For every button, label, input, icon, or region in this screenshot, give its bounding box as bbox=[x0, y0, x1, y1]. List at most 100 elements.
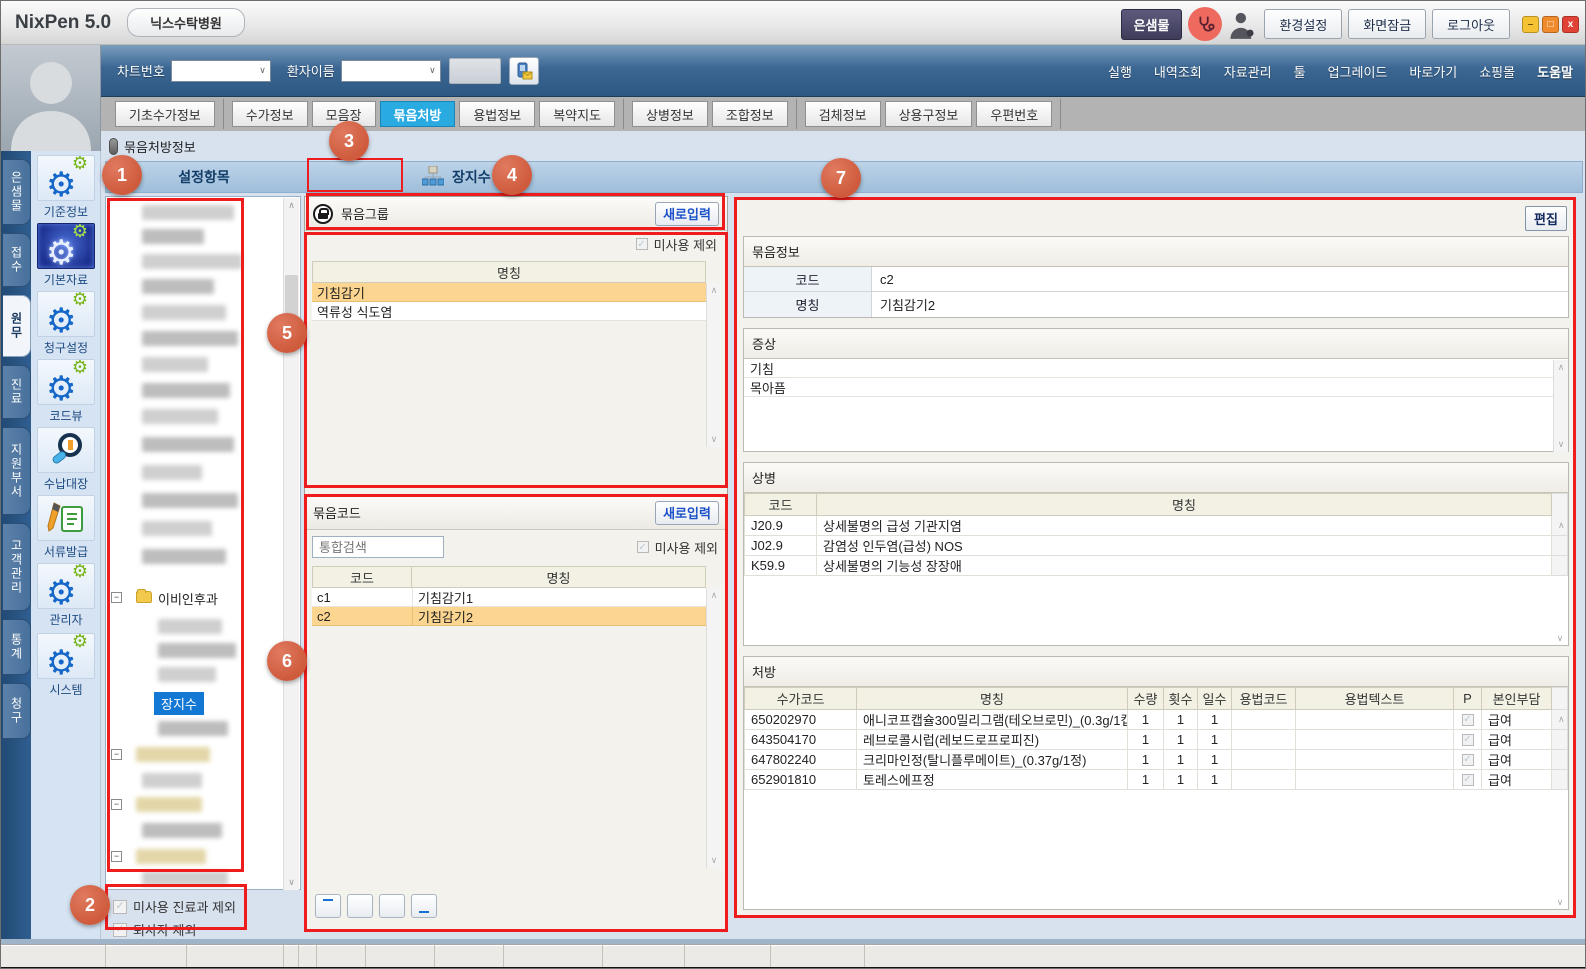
tab-combination-info[interactable]: 조합정보 bbox=[712, 101, 788, 127]
scroll-down-icon[interactable]: ∨ bbox=[711, 855, 718, 866]
group-row[interactable]: 역류성 식도염 bbox=[312, 302, 706, 321]
tree-scroll-thumb[interactable] bbox=[285, 275, 298, 331]
move-up-button[interactable] bbox=[347, 894, 373, 918]
move-top-button[interactable] bbox=[315, 894, 341, 918]
scroll-down-icon[interactable]: ∨ bbox=[1553, 897, 1567, 908]
group-new-button[interactable]: 새로입력 bbox=[655, 202, 719, 226]
rx-row[interactable]: 647802240크리마인정(탈니플루메이트)_(0.37g/1정) 11 1 … bbox=[745, 750, 1568, 770]
logout-button[interactable]: 로그아웃 bbox=[1432, 9, 1510, 39]
user-settings-icon[interactable] bbox=[1228, 8, 1258, 40]
code-row[interactable]: c2 기침감기2 bbox=[312, 607, 706, 626]
rail-item-standard-info[interactable]: ⚙⚙ 기준정보 bbox=[35, 155, 97, 220]
chart-no-combo[interactable]: ∨ bbox=[171, 60, 271, 82]
code-list-scrollbar[interactable]: ∧ ∨ bbox=[706, 588, 721, 868]
rail-item-code-view[interactable]: ⚙⚙ 코드뷰 bbox=[35, 359, 97, 424]
side-tab-billing[interactable]: 청구 bbox=[3, 683, 31, 739]
menu-help[interactable]: 도움말 bbox=[1537, 62, 1573, 81]
patient-search-button[interactable] bbox=[449, 58, 501, 84]
checkbox-checked-icon[interactable]: ✓ bbox=[636, 238, 648, 250]
patient-name-combo[interactable]: ∨ bbox=[341, 60, 441, 82]
tree-node-selected[interactable]: 장지수 bbox=[154, 692, 204, 715]
tab-disease-info[interactable]: 상병정보 bbox=[632, 101, 708, 127]
tab-specimen-info[interactable]: 검체정보 bbox=[805, 101, 881, 127]
scroll-up-icon[interactable]: ∧ bbox=[1558, 362, 1565, 373]
stethoscope-icon[interactable] bbox=[1188, 7, 1222, 41]
side-tab-statistics[interactable]: 통계 bbox=[3, 619, 31, 675]
tab-phrase-info[interactable]: 상용구정보 bbox=[885, 101, 973, 127]
rail-item-administrator[interactable]: ⚙⚙ 관리자 bbox=[35, 563, 97, 628]
menu-history[interactable]: 내역조회 bbox=[1154, 62, 1202, 81]
tab-zipcode[interactable]: 우편번호 bbox=[976, 101, 1052, 127]
side-tab-reception[interactable]: 접수 bbox=[3, 233, 31, 287]
tree-expander[interactable]: − bbox=[111, 851, 122, 862]
group-list-scrollbar[interactable]: ∧ ∨ bbox=[706, 283, 721, 447]
group-row[interactable]: 기침감기 bbox=[312, 283, 706, 302]
tab-collection[interactable]: 모음장 bbox=[312, 101, 376, 127]
tree-expander[interactable]: − bbox=[111, 749, 122, 760]
side-tab-treatment[interactable]: 진료 bbox=[3, 365, 31, 419]
rail-item-receipt-ledger[interactable]: 수납대장 bbox=[35, 427, 97, 492]
rail-item-document-issue[interactable]: 서류발급 bbox=[35, 495, 97, 560]
tree-node-ent-dept[interactable]: 이비인후과 bbox=[158, 589, 218, 608]
side-tab-customer-mgmt[interactable]: 고객관리 bbox=[3, 523, 31, 611]
exclude-retired-row[interactable]: ✓ 퇴사자 제외 bbox=[113, 920, 301, 939]
move-bottom-button[interactable] bbox=[411, 894, 437, 918]
side-tab-eunsaemmul[interactable]: 은샘물 bbox=[3, 159, 31, 225]
tab-basic-fee-info[interactable]: 기초수가정보 bbox=[115, 101, 215, 127]
exclude-unused-dept-row[interactable]: ✓ 미사용 진료과 제외 bbox=[113, 897, 301, 916]
screen-lock-button[interactable]: 화면잠금 bbox=[1348, 9, 1426, 39]
scroll-up-icon[interactable]: ∧ bbox=[711, 285, 718, 296]
code-row[interactable]: c1 기침감기1 bbox=[312, 588, 706, 607]
tree-expander[interactable]: − bbox=[111, 799, 122, 810]
window-minimize-button[interactable]: – bbox=[1522, 16, 1539, 33]
scroll-down-icon[interactable]: ∨ bbox=[1558, 439, 1565, 450]
side-tab-admin-affairs[interactable]: 원무 bbox=[3, 295, 31, 357]
scroll-down-icon[interactable]: ∨ bbox=[288, 877, 295, 888]
menu-data-mgmt[interactable]: 자료관리 bbox=[1224, 62, 1272, 81]
menu-run[interactable]: 실행 bbox=[1108, 62, 1132, 81]
move-down-button[interactable] bbox=[379, 894, 405, 918]
checkbox-checked-icon[interactable]: ✓ bbox=[637, 541, 649, 553]
sms-device-button[interactable] bbox=[509, 57, 539, 85]
scroll-down-icon[interactable]: ∨ bbox=[1553, 633, 1567, 644]
patient-name-label: 환자이름 bbox=[287, 61, 335, 80]
section-header-bar: 설정항목 장지수 bbox=[105, 161, 1583, 193]
tab-usage-info[interactable]: 용법정보 bbox=[459, 101, 535, 127]
window-close-button[interactable]: x bbox=[1562, 16, 1579, 33]
checkbox-checked-icon[interactable]: ✓ bbox=[113, 923, 127, 937]
rx-row[interactable]: 650202970애니코프캡슐300밀리그램(테오브로민)_(0.3g/1캡슐)… bbox=[745, 710, 1568, 730]
symptom-row[interactable]: 목아픔 bbox=[744, 378, 1568, 397]
window-maximize-button[interactable]: □ bbox=[1542, 16, 1559, 33]
tab-fee-info[interactable]: 수가정보 bbox=[232, 101, 308, 127]
menu-shop[interactable]: 쇼핑몰 bbox=[1479, 62, 1515, 81]
integrated-search-input[interactable] bbox=[312, 536, 444, 558]
tree-filter-checks: ✓ 미사용 진료과 제외 ✓ 퇴사자 제외 bbox=[105, 893, 301, 941]
disease-row[interactable]: J02.9감염성 인두염(급성) NOS bbox=[745, 536, 1568, 556]
checkbox-checked-icon[interactable]: ✓ bbox=[113, 900, 127, 914]
rail-item-system[interactable]: ⚙⚙ 시스템 bbox=[35, 633, 97, 698]
bundle-name-row: 명칭 기침감기2 bbox=[744, 292, 1568, 317]
tab-separator bbox=[796, 99, 797, 129]
side-tab-support-dept[interactable]: 지원부서 bbox=[3, 427, 31, 515]
disease-row[interactable]: K59.9상세불명의 기능성 장장애 bbox=[745, 556, 1568, 576]
tab-medication-guide[interactable]: 복약지도 bbox=[539, 101, 615, 127]
code-new-button[interactable]: 새로입력 bbox=[655, 501, 719, 525]
rx-row[interactable]: 652901810토레스에프정 11 1 ✓ 급여 bbox=[745, 770, 1568, 790]
symptom-row[interactable]: 기침 bbox=[744, 359, 1568, 378]
rx-row[interactable]: 643504170레브로콜시럽(레보드로프로피진) 11 1 ✓ 급여 bbox=[745, 730, 1568, 750]
scroll-up-icon[interactable]: ∧ bbox=[711, 590, 718, 601]
menu-shortcut[interactable]: 바로가기 bbox=[1409, 62, 1457, 81]
scroll-up-icon[interactable]: ∧ bbox=[288, 200, 295, 211]
scroll-down-icon[interactable]: ∨ bbox=[711, 434, 718, 445]
status-bar bbox=[1, 944, 1586, 967]
rail-item-billing-settings[interactable]: ⚙⚙ 청구설정 bbox=[35, 291, 97, 356]
edit-button[interactable]: 편집 bbox=[1525, 206, 1567, 231]
tree-expander[interactable]: − bbox=[111, 592, 122, 603]
settings-button[interactable]: 환경설정 bbox=[1264, 9, 1342, 39]
menu-tools[interactable]: 툴 bbox=[1294, 62, 1306, 81]
rail-item-basic-data[interactable]: ⚙⚙ 기본자료 bbox=[35, 223, 97, 288]
menu-upgrade[interactable]: 업그레이드 bbox=[1328, 62, 1388, 81]
symptoms-scrollbar[interactable]: ∧ ∨ bbox=[1553, 360, 1568, 452]
disease-row[interactable]: J20.9상세불명의 급성 기관지염 ∧ bbox=[745, 516, 1568, 536]
tab-bundle-rx[interactable]: 묶음처방 bbox=[380, 101, 456, 127]
